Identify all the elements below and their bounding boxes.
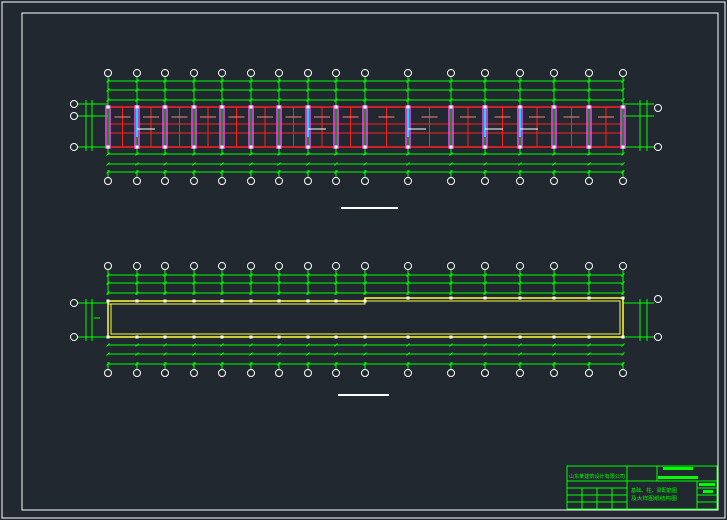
column-node — [406, 145, 410, 149]
column-node — [621, 145, 625, 149]
column-node — [249, 335, 253, 339]
titleblock-drawing-title-1: 基础、柱、梁配筋图 — [631, 487, 677, 494]
column-node — [334, 105, 338, 109]
titleblock-fill-bar — [699, 483, 715, 486]
column-node — [106, 299, 110, 303]
column-node — [163, 335, 167, 339]
column-node — [406, 105, 410, 109]
column-node — [449, 105, 453, 109]
column-node — [220, 299, 224, 303]
column-node — [192, 299, 196, 303]
column-node — [483, 105, 487, 109]
column-node — [518, 145, 522, 149]
column-node — [449, 335, 453, 339]
column-node — [587, 335, 591, 339]
column-node — [552, 335, 556, 339]
drawing-background — [0, 0, 727, 520]
column-node — [277, 299, 281, 303]
column-node — [220, 335, 224, 339]
column-node — [106, 105, 110, 109]
column-node — [406, 296, 410, 300]
column-node — [334, 145, 338, 149]
column-node — [363, 335, 367, 339]
column-node — [163, 145, 167, 149]
column-node — [135, 105, 139, 109]
column-node — [621, 335, 625, 339]
titleblock-drawing-title-2: 及大样图纸结构图 — [631, 495, 677, 502]
column-node — [277, 335, 281, 339]
column-node — [192, 105, 196, 109]
column-node — [306, 299, 310, 303]
column-node — [552, 145, 556, 149]
column-node — [306, 145, 310, 149]
column-node — [449, 296, 453, 300]
column-node — [220, 145, 224, 149]
column-node — [363, 105, 367, 109]
titleblock-company: 山东某建筑设计有限公司 — [569, 473, 625, 480]
column-node — [483, 296, 487, 300]
column-node — [106, 145, 110, 149]
column-node — [552, 296, 556, 300]
column-node — [334, 335, 338, 339]
column-node — [518, 335, 522, 339]
column-node — [518, 296, 522, 300]
column-node — [363, 299, 367, 303]
column-node — [249, 145, 253, 149]
column-node — [163, 299, 167, 303]
column-node — [552, 105, 556, 109]
column-node — [135, 335, 139, 339]
column-node — [587, 105, 591, 109]
titleblock-fill-bar — [663, 467, 693, 470]
column-node — [483, 335, 487, 339]
column-node — [249, 105, 253, 109]
column-node — [363, 145, 367, 149]
cad-drawing: 山东某建筑设计有限公司基础、柱、梁配筋图及大样图纸结构图 — [0, 0, 727, 520]
column-node — [106, 335, 110, 339]
column-node — [220, 105, 224, 109]
titleblock-fill-bar — [658, 476, 698, 479]
column-node — [587, 296, 591, 300]
column-node — [621, 105, 625, 109]
column-node — [277, 105, 281, 109]
column-node — [587, 145, 591, 149]
column-node — [518, 105, 522, 109]
column-node — [406, 335, 410, 339]
column-node — [192, 335, 196, 339]
column-node — [449, 145, 453, 149]
column-node — [135, 299, 139, 303]
column-node — [483, 145, 487, 149]
titleblock-fill-bar — [703, 490, 713, 493]
column-node — [277, 145, 281, 149]
column-node — [163, 105, 167, 109]
column-node — [192, 145, 196, 149]
column-node — [135, 145, 139, 149]
column-node — [621, 296, 625, 300]
column-node — [306, 105, 310, 109]
column-node — [306, 335, 310, 339]
column-node — [334, 299, 338, 303]
column-node — [249, 299, 253, 303]
